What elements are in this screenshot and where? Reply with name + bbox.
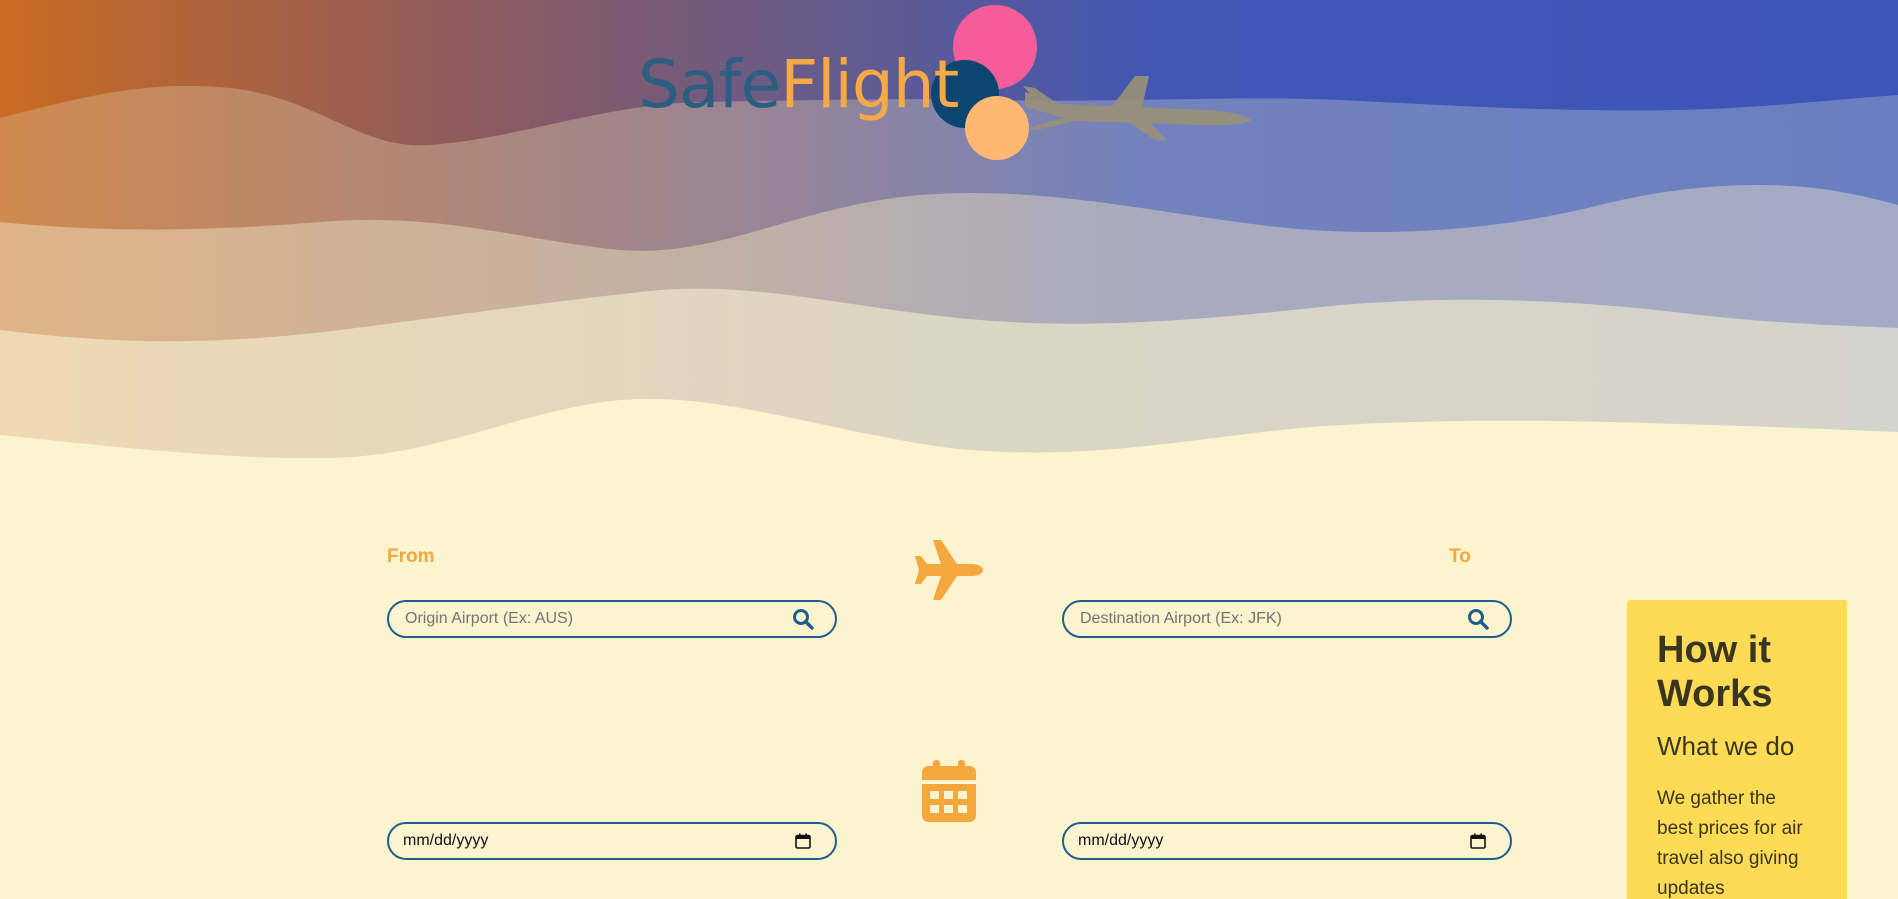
from-label: From — [387, 546, 435, 567]
to-label: To — [1449, 546, 1471, 567]
origin-airport-input[interactable] — [403, 609, 789, 629]
airplane-icon — [915, 540, 983, 600]
logo-text-safe: Safe — [638, 46, 781, 123]
destination-search-field[interactable] — [1062, 600, 1512, 638]
how-it-works-body: We gather the best prices for air travel… — [1657, 788, 1803, 899]
how-it-works-card: How it Works What we do We gather the be… — [1627, 600, 1847, 899]
return-date-field[interactable]: mm/dd/yyyy — [1062, 822, 1512, 860]
calendar-icon — [922, 760, 976, 822]
search-icon[interactable] — [789, 605, 817, 633]
calendar-picker-icon[interactable] — [789, 827, 817, 855]
page: SafeFlight From To Origin Airport (Ex: A… — [0, 0, 1898, 899]
return-date-input[interactable]: mm/dd/yyyy — [1078, 832, 1464, 850]
how-it-works-title: How it Works — [1657, 629, 1773, 715]
how-it-works-subtitle: What we do — [1657, 731, 1795, 761]
logo-text-flight: Flight — [780, 46, 959, 123]
departure-date-input[interactable]: mm/dd/yyyy — [403, 832, 789, 850]
origin-search-field[interactable] — [387, 600, 837, 638]
site-logo[interactable]: SafeFlight — [638, 52, 959, 118]
airliner-silhouette-icon — [1023, 76, 1251, 140]
calendar-picker-icon[interactable] — [1464, 827, 1492, 855]
departure-date-field[interactable]: mm/dd/yyyy — [387, 822, 837, 860]
search-icon[interactable] — [1464, 605, 1492, 633]
destination-airport-input[interactable] — [1078, 609, 1464, 629]
